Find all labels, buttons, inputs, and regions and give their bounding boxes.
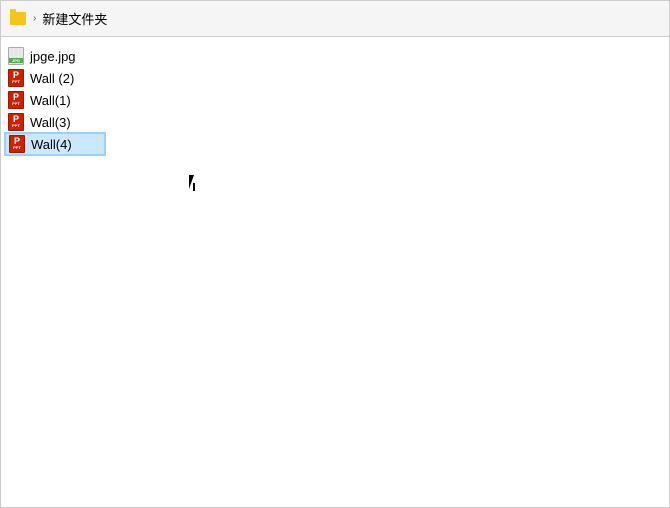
breadcrumb-separator: › [33,13,36,24]
jpg-file-icon [8,47,26,65]
address-bar: › 新建文件夹 [1,1,669,37]
list-item[interactable]: jpge.jpg [5,45,105,67]
mouse-cursor [189,175,201,193]
file-name: Wall(3) [30,115,71,130]
file-area: jpge.jpg Wall (2) Wall(1) Wall(3) [1,37,669,507]
list-item[interactable]: Wall (2) [5,67,105,89]
folder-icon-address [9,10,27,28]
file-name: Wall(1) [30,93,71,108]
ppt-file-icon [8,69,26,87]
file-explorer-window: › 新建文件夹 jpge.jpg Wall (2) Wall(1) [0,0,670,508]
ppt-file-icon [9,135,27,153]
ppt-file-icon [8,91,26,109]
ppt-file-icon [8,113,26,131]
file-name: Wall(4) [31,137,72,152]
file-name: Wall (2) [30,71,74,86]
list-item[interactable]: Wall(3) [5,111,105,133]
list-item[interactable]: Wall(4) [5,133,105,155]
file-name: jpge.jpg [30,49,76,64]
list-item[interactable]: Wall(1) [5,89,105,111]
breadcrumb-folder[interactable]: 新建文件夹 [42,9,107,28]
